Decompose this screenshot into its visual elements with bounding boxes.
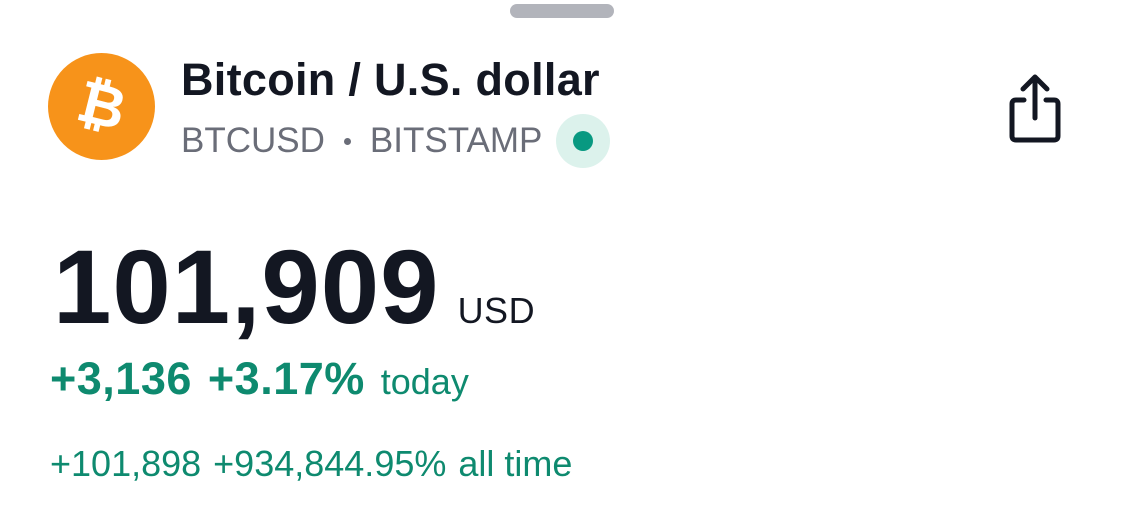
share-icon bbox=[1009, 74, 1061, 143]
share-button[interactable] bbox=[1002, 72, 1068, 144]
symbol-title: Bitcoin / U.S. dollar bbox=[181, 54, 600, 105]
last-price: 101,909 bbox=[53, 229, 440, 346]
symbol-subline: BTCUSD BITSTAMP bbox=[181, 114, 611, 168]
change-all-time-row: +101,898 +934,844.95% all time bbox=[50, 443, 572, 485]
change-all-time-value: +101,898 bbox=[50, 443, 202, 484]
change-today-label: today bbox=[380, 361, 469, 402]
sheet-grabber-handle[interactable] bbox=[510, 4, 614, 18]
change-today-row: +3,136 +3.17% today bbox=[50, 353, 469, 405]
market-open-indicator bbox=[556, 114, 611, 168]
change-today-percent: +3.17% bbox=[207, 353, 365, 404]
bitcoin-logo-icon: ₿ bbox=[48, 53, 155, 160]
price-row: 101,909 USD bbox=[53, 228, 535, 348]
separator-dot bbox=[343, 137, 351, 145]
change-all-time-percent: +934,844.95% bbox=[213, 443, 447, 484]
change-today-value: +3,136 bbox=[50, 353, 192, 404]
change-all-time-label: all time bbox=[458, 443, 573, 484]
price-currency: USD bbox=[457, 290, 536, 331]
ticker-label: BTCUSD bbox=[181, 121, 325, 160]
symbol-details-sheet: ₿ Bitcoin / U.S. dollar BTCUSD BITSTAMP … bbox=[0, 0, 1125, 523]
exchange-label: BITSTAMP bbox=[369, 121, 543, 160]
